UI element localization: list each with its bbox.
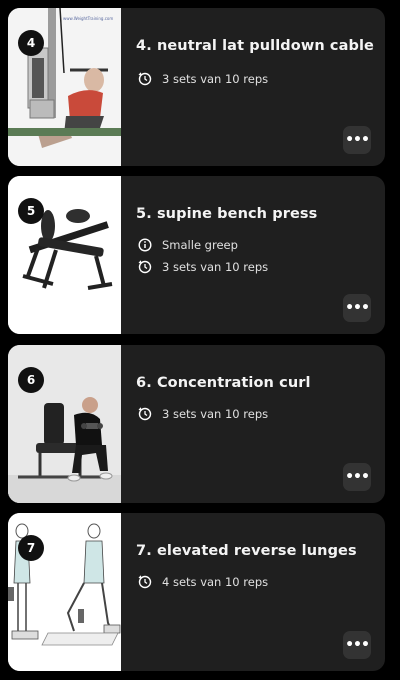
sets-row: 3 sets van 10 reps <box>138 405 268 423</box>
sets-row: 3 sets van 10 reps <box>138 258 268 276</box>
exercise-image-reverse-lunges: 7 <box>8 513 121 671</box>
exercise-image-lat-pulldown: www.WeightTraining.com 4 <box>8 8 121 166</box>
more-horizontal-icon: ••• <box>345 469 370 485</box>
exercise-number-badge: 6 <box>18 367 44 393</box>
exercise-number-badge: 7 <box>18 535 44 561</box>
exercise-card-4[interactable]: www.WeightTraining.com 4 4. neutral lat … <box>8 8 385 166</box>
exercise-number-badge: 5 <box>18 198 44 224</box>
more-horizontal-icon: ••• <box>345 132 370 148</box>
info-circle-icon <box>138 238 152 252</box>
exercise-number-badge: 4 <box>18 30 44 56</box>
exercise-card-7[interactable]: 7 7. elevated reverse lunges 4 sets van … <box>8 513 385 671</box>
svg-text:www.WeightTraining.com: www.WeightTraining.com <box>63 16 113 21</box>
more-horizontal-icon: ••• <box>345 637 370 653</box>
more-options-button[interactable]: ••• <box>343 126 371 154</box>
sets-label: 3 sets van 10 reps <box>162 407 269 421</box>
repeat-timer-icon <box>138 575 152 589</box>
more-options-button[interactable]: ••• <box>343 463 371 491</box>
sets-row: 4 sets van 10 reps <box>138 573 268 591</box>
exercise-card-5[interactable]: 5 5. supine bench press Smalle greep 3 s… <box>8 176 385 334</box>
exercise-image-bench-press: 5 <box>8 176 121 334</box>
info-label: Smalle greep <box>162 238 238 252</box>
sets-label: 3 sets van 10 reps <box>162 260 269 274</box>
repeat-timer-icon <box>138 260 152 274</box>
more-horizontal-icon: ••• <box>345 300 370 316</box>
exercise-image-concentration-curl: 6 <box>8 345 121 503</box>
repeat-timer-icon <box>138 407 152 421</box>
repeat-timer-icon <box>138 72 152 86</box>
exercise-title: 4. neutral lat pulldown cable <box>136 38 374 54</box>
more-options-button[interactable]: ••• <box>343 294 371 322</box>
exercise-list: www.WeightTraining.com 4 4. neutral lat … <box>0 0 400 680</box>
exercise-title: 6. Concentration curl <box>136 375 311 391</box>
info-row: Smalle greep <box>138 236 238 254</box>
more-options-button[interactable]: ••• <box>343 631 371 659</box>
exercise-title: 5. supine bench press <box>136 206 318 222</box>
sets-label: 3 sets van 10 reps <box>162 72 269 86</box>
exercise-card-6[interactable]: 6 6. Concentration curl 3 sets van 10 re… <box>8 345 385 503</box>
exercise-title: 7. elevated reverse lunges <box>136 543 357 559</box>
sets-label: 4 sets van 10 reps <box>162 575 269 589</box>
sets-row: 3 sets van 10 reps <box>138 70 268 88</box>
